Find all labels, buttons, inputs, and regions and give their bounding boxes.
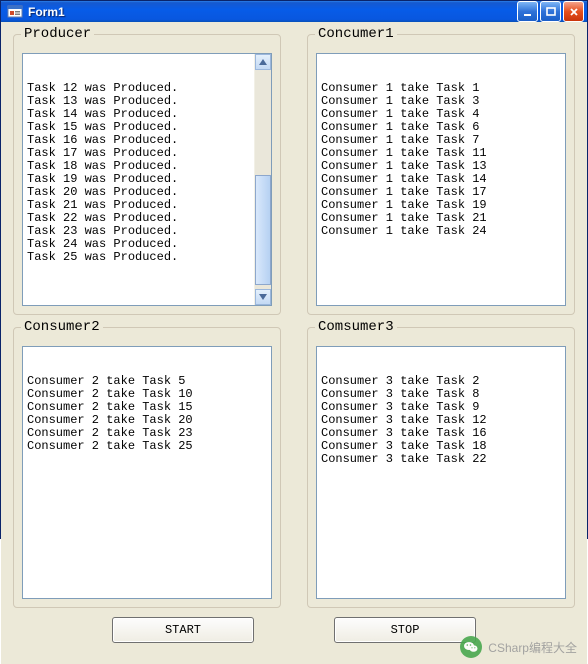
watermark: CSharp编程大全 <box>460 636 577 658</box>
listbox-consumer2-lines: Consumer 2 take Task 5 Consumer 2 take T… <box>25 375 269 453</box>
scrollbar-producer[interactable] <box>254 54 271 305</box>
close-button[interactable] <box>563 1 584 22</box>
groupbox-consumer3-title: Comsumer3 <box>315 319 397 335</box>
scroll-up-button[interactable] <box>255 54 271 70</box>
groupbox-consumer1-title: Concumer1 <box>315 26 397 42</box>
listbox-consumer1[interactable]: Consumer 1 take Task 1 Consumer 1 take T… <box>316 53 566 306</box>
window-buttons <box>517 1 584 22</box>
window-title: Form1 <box>28 5 517 19</box>
listbox-producer[interactable]: Task 12 was Produced. Task 13 was Produc… <box>22 53 272 306</box>
start-button[interactable]: START <box>112 617 254 643</box>
minimize-button[interactable] <box>517 1 538 22</box>
scroll-track[interactable] <box>255 70 271 289</box>
groupbox-consumer3: Comsumer3 Consumer 3 take Task 2 Consume… <box>307 327 575 608</box>
scroll-thumb[interactable] <box>255 175 271 285</box>
app-icon <box>7 4 23 20</box>
stop-button[interactable]: STOP <box>334 617 476 643</box>
app-window: Form1 Producer Task 12 was Produced. Tas… <box>0 0 588 539</box>
maximize-button[interactable] <box>540 1 561 22</box>
listbox-consumer3-lines: Consumer 3 take Task 2 Consumer 3 take T… <box>319 375 563 466</box>
groupbox-consumer1: Concumer1 Consumer 1 take Task 1 Consume… <box>307 34 575 315</box>
client-area: Producer Task 12 was Produced. Task 13 w… <box>1 22 587 664</box>
groupbox-consumer2: Consumer2 Consumer 2 take Task 5 Consume… <box>13 327 281 608</box>
titlebar[interactable]: Form1 <box>1 1 587 22</box>
listbox-producer-lines: Task 12 was Produced. Task 13 was Produc… <box>25 82 269 264</box>
groupbox-producer: Producer Task 12 was Produced. Task 13 w… <box>13 34 281 315</box>
watermark-text: CSharp编程大全 <box>488 639 577 656</box>
panel-grid: Producer Task 12 was Produced. Task 13 w… <box>13 34 575 608</box>
listbox-consumer1-lines: Consumer 1 take Task 1 Consumer 1 take T… <box>319 82 563 238</box>
scroll-down-button[interactable] <box>255 289 271 305</box>
listbox-consumer3[interactable]: Consumer 3 take Task 2 Consumer 3 take T… <box>316 346 566 599</box>
wechat-icon <box>460 636 482 658</box>
groupbox-producer-title: Producer <box>21 26 94 42</box>
groupbox-consumer2-title: Consumer2 <box>21 319 103 335</box>
listbox-consumer2[interactable]: Consumer 2 take Task 5 Consumer 2 take T… <box>22 346 272 599</box>
